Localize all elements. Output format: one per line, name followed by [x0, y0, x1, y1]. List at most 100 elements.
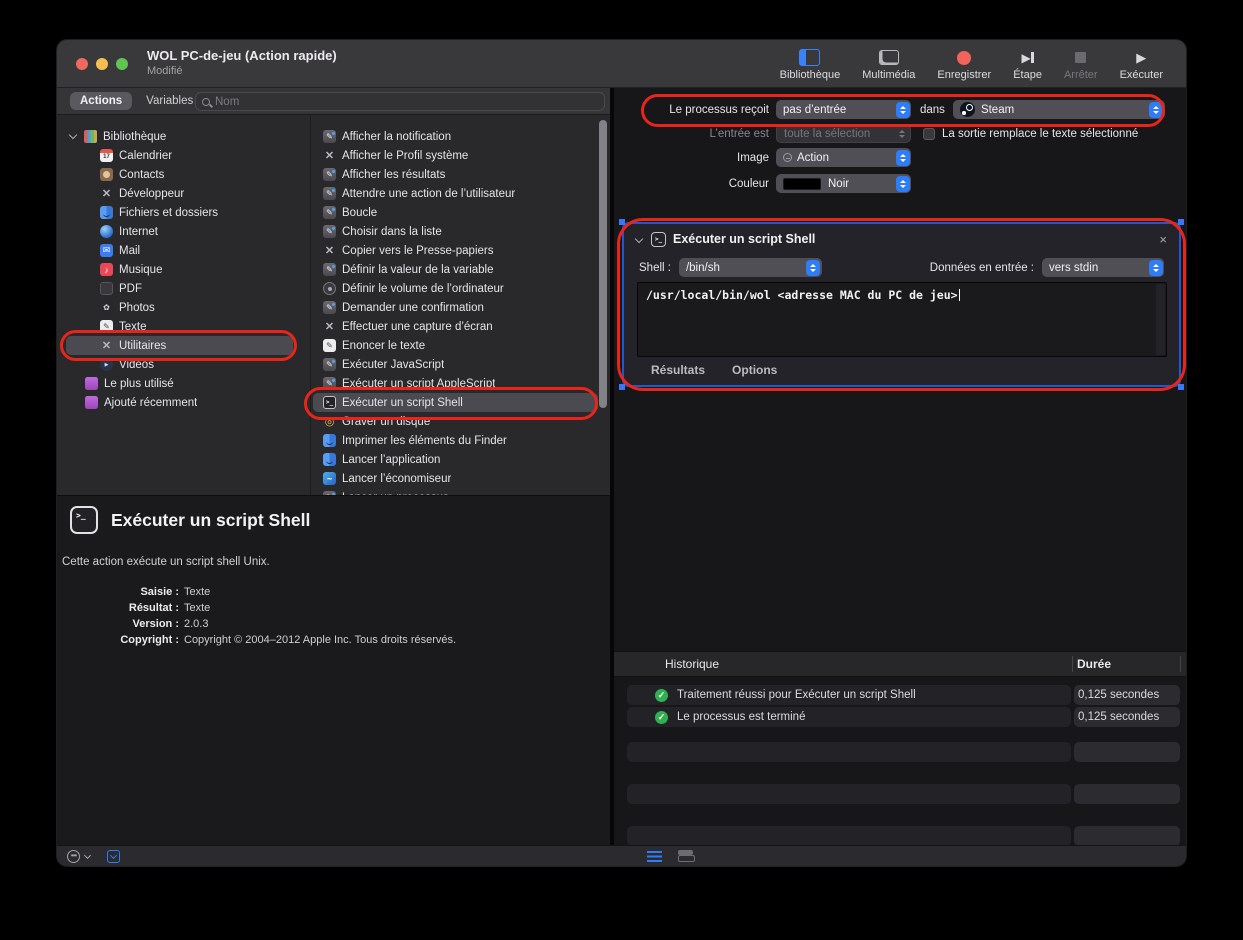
column-divider[interactable] [1180, 656, 1181, 672]
sidebar-item-le-plus-utilise[interactable]: Le plus utilisé [57, 374, 310, 393]
sidebar-item-fichiers-et-dossiers[interactable]: Fichiers et dossiers [57, 203, 310, 222]
popup-stepper-icon [896, 150, 910, 166]
action-item-effectuer-une-capture-d-ecran[interactable]: Effectuer une capture d’écran [311, 317, 600, 336]
library-button[interactable]: Bibliothèque [769, 43, 852, 87]
log-empty-cell [1074, 826, 1180, 846]
input-selection-popup: toute la sélection [776, 124, 911, 143]
log-row[interactable]: ✓Traitement réussi pour Exécuter un scri… [614, 685, 1186, 705]
action-item-afficher-la-notification[interactable]: Afficher la notification [311, 127, 600, 146]
disclosure-chevron-icon[interactable] [69, 131, 77, 139]
sidebar-item-contacts[interactable]: Contacts [57, 165, 310, 184]
log-column-historique[interactable]: Historique [665, 657, 719, 671]
record-button[interactable]: Enregistrer [926, 43, 1002, 87]
log-message-cell: ✓Traitement réussi pour Exécuter un scri… [627, 685, 1071, 705]
action-item-enoncer-le-texte[interactable]: Énoncer le texte [311, 336, 600, 355]
globe-icon [100, 225, 113, 238]
tab-actions[interactable]: Actions [70, 92, 132, 110]
sidebar-item-label: Ajouté récemment [104, 397, 197, 409]
scrollbar-thumb[interactable] [599, 120, 607, 408]
sidebar-item-bibliotheque[interactable]: Bibliothèque [57, 127, 310, 146]
media-button[interactable]: Multimédia [851, 43, 926, 87]
tab-variables[interactable]: Variables [136, 92, 203, 110]
sidebar-item-developpeur[interactable]: Développeur [57, 184, 310, 203]
input-data-popup[interactable]: vers stdin [1042, 258, 1164, 277]
step-button[interactable]: ▶Étape [1002, 43, 1053, 87]
chevron-down-icon[interactable] [84, 851, 91, 858]
actions-scrollbar[interactable] [598, 115, 610, 495]
action-item-executer-un-script-shell[interactable]: Exécuter un script Shell [313, 393, 598, 412]
sidebar-item-calendrier[interactable]: 17Calendrier [57, 146, 310, 165]
run-button[interactable]: ▶Exécuter [1109, 43, 1174, 87]
action-item-executer-javascript[interactable]: Exécuter JavaScript [311, 355, 600, 374]
sidebar-item-ajoute-recemment[interactable]: Ajouté récemment [57, 393, 310, 412]
action-item-afficher-le-profil-systeme[interactable]: Afficher le Profil système [311, 146, 600, 165]
window-title-block: WOL PC-de-jeu (Action rapide) Modifié [147, 48, 337, 77]
action-item-label: Définir la valeur de la variable [342, 264, 494, 276]
log-list-view-icon[interactable] [647, 851, 662, 862]
minimize-window-button[interactable] [96, 58, 108, 70]
search-field[interactable] [195, 92, 605, 111]
action-card-header[interactable]: >_ Exécuter un script Shell × [624, 224, 1179, 254]
action-item-demander-une-confirmation[interactable]: Demander une confirmation [311, 298, 600, 317]
action-info-panel: >_ Exécuter un script Shell Cette action… [57, 495, 610, 866]
action-item-boucle[interactable]: Boucle [311, 203, 600, 222]
shell-script-action-card: >_ Exécuter un script Shell × Shell : /b… [622, 222, 1181, 387]
more-options-icon[interactable]: ••• [67, 850, 80, 863]
terminal-icon: >_ [651, 232, 666, 247]
zoom-window-button[interactable] [116, 58, 128, 70]
action-item-choisir-dans-la-liste[interactable]: Choisir dans la liste [311, 222, 600, 241]
action-item-definir-la-valeur-de-la-variable[interactable]: Définir la valeur de la variable [311, 260, 600, 279]
sidebar-item-musique[interactable]: Musique [57, 260, 310, 279]
selection-handle[interactable] [1178, 219, 1184, 225]
action-item-label: Exécuter JavaScript [342, 359, 444, 371]
sidebar-item-utilitaires[interactable]: Utilitaires [66, 336, 293, 355]
sidebar-item-internet[interactable]: Internet [57, 222, 310, 241]
target-app-popup[interactable]: Steam [953, 100, 1165, 119]
popup-stepper-icon [896, 102, 910, 118]
action-item-afficher-les-resultats[interactable]: Afficher les résultats [311, 165, 600, 184]
action-item-lancer-un-processus[interactable]: Lancer un processus [311, 488, 600, 495]
sidebar-item-label: Bibliothèque [103, 131, 166, 143]
action-item-lancer-l-economiseur[interactable]: Lancer l’économiseur [311, 469, 600, 488]
sidebar-item-photos[interactable]: Photos [57, 298, 310, 317]
action-item-copier-vers-le-presse-papiers[interactable]: Copier vers le Presse-papiers [311, 241, 600, 260]
action-item-executer-un-script-applescript[interactable]: Exécuter un script AppleScript [311, 374, 600, 393]
field-value: Texte [184, 602, 456, 614]
log-column-duree[interactable]: Durée [1077, 657, 1111, 671]
image-popup[interactable]: Action [776, 148, 911, 167]
variables-popup-icon[interactable] [107, 850, 120, 863]
search-input[interactable] [215, 96, 598, 108]
selection-handle[interactable] [619, 384, 625, 390]
action-item-lancer-l-application[interactable]: Lancer l’application [311, 450, 600, 469]
action-item-definir-le-volume-de-l-ordinateur[interactable]: Définir le volume de l’ordinateur [311, 279, 600, 298]
log-pane-view-icon[interactable] [678, 850, 693, 862]
color-swatch [783, 178, 821, 190]
sidebar-item-pdf[interactable]: PDF [57, 279, 310, 298]
results-tab[interactable]: Résultats [651, 363, 705, 377]
action-item-attendre-une-action-de-l-utilisateur[interactable]: Attendre une action de l’utilisateur [311, 184, 600, 203]
sidebar-item-mail[interactable]: Mail [57, 241, 310, 260]
text-caret [959, 289, 961, 301]
close-action-icon[interactable]: × [1159, 232, 1167, 247]
log-row[interactable]: ✓Le processus est terminé0,125 secondes [614, 707, 1186, 727]
sidebar-toggle-icon [799, 49, 820, 66]
sidebar-item-videos[interactable]: Vidéos [57, 355, 310, 374]
shell-popup[interactable]: /bin/sh [679, 258, 822, 277]
process-input-popup[interactable]: pas d’entrée [776, 100, 911, 119]
actions-variables-segment: Actions Variables [70, 92, 203, 110]
close-window-button[interactable] [76, 58, 88, 70]
script-editor[interactable]: /usr/local/bin/wol <adresse MAC du PC de… [637, 282, 1167, 357]
column-divider[interactable] [1072, 656, 1073, 672]
action-item-graver-un-disque[interactable]: Graver un disque [311, 412, 600, 431]
color-popup[interactable]: Noir [776, 174, 911, 193]
disclosure-chevron-icon[interactable] [635, 235, 643, 243]
action-item-label: Exécuter un script Shell [342, 397, 463, 409]
screensaver-icon [323, 472, 336, 485]
selection-handle[interactable] [1178, 384, 1184, 390]
options-tab[interactable]: Options [732, 363, 777, 377]
replace-text-checkbox[interactable] [923, 128, 935, 140]
sidebar-item-texte[interactable]: Texte [57, 317, 310, 336]
action-item-imprimer-les-elements-du-finder[interactable]: Imprimer les éléments du Finder [311, 431, 600, 450]
automator-icon [323, 263, 336, 276]
selection-handle[interactable] [619, 219, 625, 225]
